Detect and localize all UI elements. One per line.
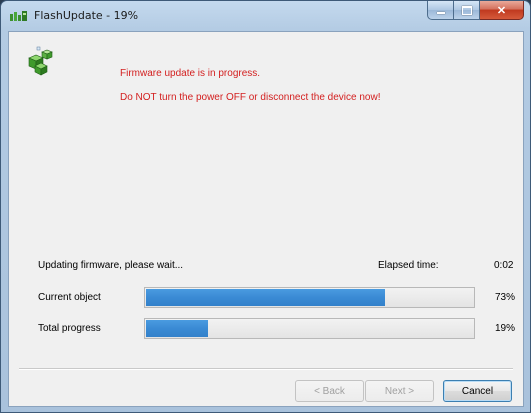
- minimize-button[interactable]: [427, 1, 454, 20]
- warning-message-line-1: Firmware update is in progress.: [120, 68, 261, 79]
- elapsed-time-label: Elapsed time:: [378, 260, 439, 271]
- status-text: Updating firmware, please wait...: [38, 260, 184, 271]
- next-button[interactable]: Next >: [365, 380, 434, 402]
- caption-buttons: ✕: [427, 1, 524, 21]
- current-object-percent: 73%: [495, 292, 516, 303]
- maximize-button[interactable]: [454, 1, 480, 20]
- elapsed-time-value: 0:02: [494, 260, 514, 271]
- total-progress-fill: [146, 320, 209, 337]
- current-object-label: Current object: [38, 292, 101, 303]
- minimize-icon: [436, 12, 445, 14]
- flashupdate-window: FlashUpdate - 19% ✕ Firmware update is i…: [0, 0, 531, 413]
- title-bar[interactable]: FlashUpdate - 19% ✕: [1, 1, 530, 31]
- flashupdate-app-icon: [10, 11, 27, 21]
- total-progress-percent: 19%: [495, 323, 516, 334]
- close-icon: ✕: [496, 4, 507, 17]
- window-title: FlashUpdate - 19%: [34, 9, 139, 22]
- maximize-icon: [461, 5, 472, 15]
- back-button[interactable]: < Back: [295, 380, 364, 402]
- total-progress-bar: [144, 318, 475, 339]
- total-progress-label: Total progress: [38, 323, 101, 334]
- current-object-progress-fill: [146, 289, 385, 306]
- warning-message-line-2: Do NOT turn the power OFF or disconnect …: [120, 92, 381, 103]
- close-button[interactable]: ✕: [480, 1, 524, 20]
- green-cubes-icon: [28, 46, 53, 76]
- button-divider: [19, 368, 513, 370]
- current-object-progress-bar: [144, 287, 475, 308]
- cancel-button[interactable]: Cancel: [443, 380, 512, 402]
- dialog-content: Firmware update is in progress. Do NOT t…: [8, 31, 524, 407]
